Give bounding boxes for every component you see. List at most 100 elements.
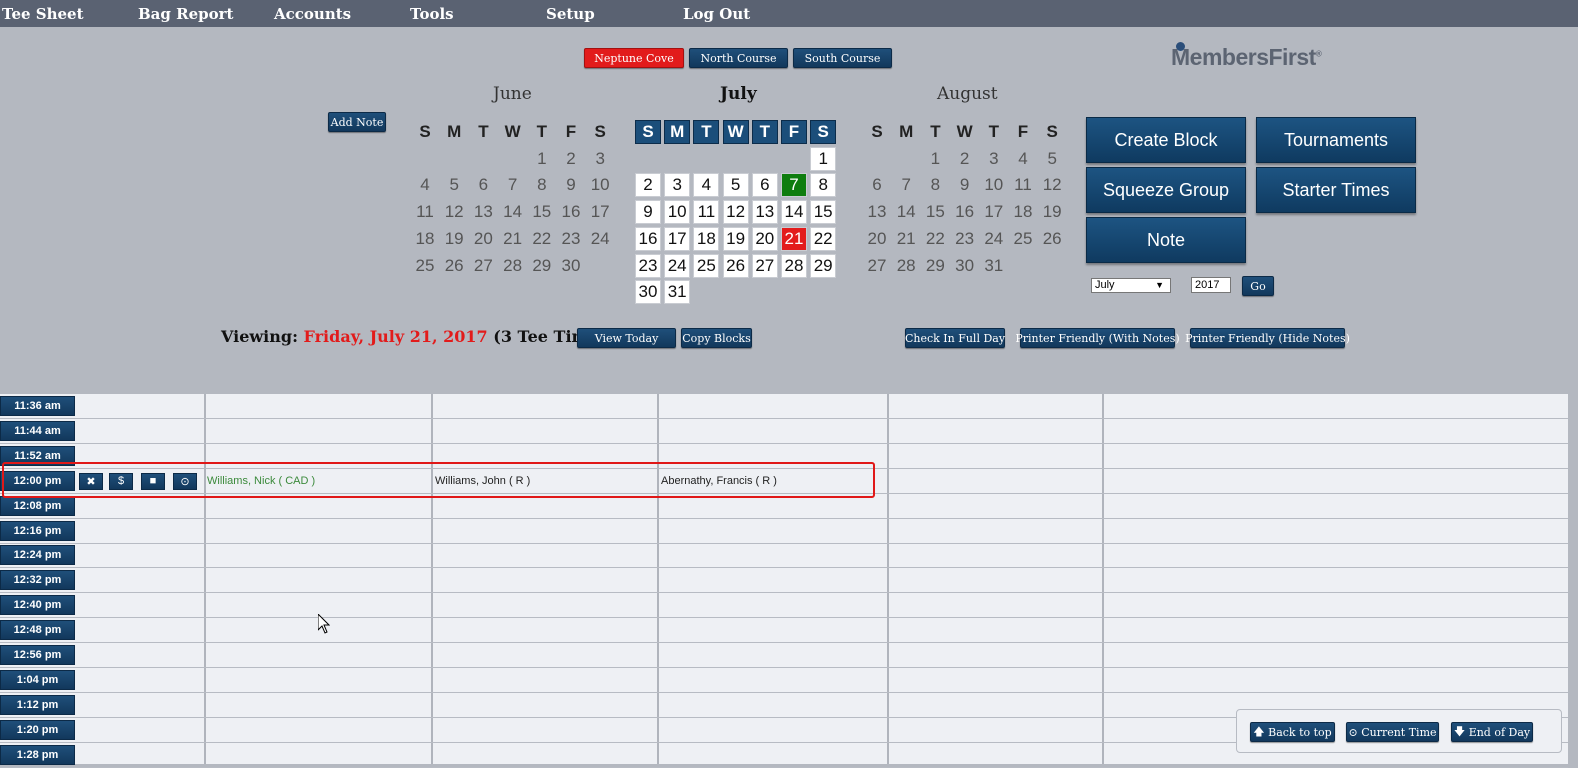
tee-time-button[interactable]: 12:00 pm — [0, 470, 75, 491]
calendar-day-july-1[interactable]: 1 — [810, 146, 837, 171]
calendar-day-august-20[interactable]: 20 — [864, 227, 890, 251]
calendar-day-june-14[interactable]: 14 — [500, 200, 526, 224]
view-today-button[interactable]: View Today — [577, 328, 676, 348]
calendar-day-august-22[interactable]: 22 — [922, 227, 948, 251]
calendar-day-july-16[interactable]: 16 — [635, 226, 661, 251]
printer-friendly-hide-notes-button[interactable]: Printer Friendly (Hide Notes) — [1185, 328, 1350, 348]
calendar-day-july-20[interactable]: 20 — [751, 226, 778, 251]
calendar-day-june-10[interactable]: 10 — [587, 173, 613, 197]
tee-time-button[interactable]: 11:52 am — [0, 445, 75, 466]
tee-time-button[interactable]: 12:32 pm — [0, 570, 75, 591]
player-name[interactable]: Williams, John ( R ) — [435, 475, 530, 487]
calendar-day-july-25[interactable]: 25 — [693, 253, 720, 278]
calendar-day-august-5[interactable]: 5 — [1039, 147, 1065, 171]
add-note-button[interactable]: Add Note — [328, 112, 386, 132]
calendar-day-june-27[interactable]: 27 — [470, 254, 496, 278]
month-select[interactable]: July ▼ — [1091, 278, 1171, 293]
calendar-day-july-10[interactable]: 10 — [664, 200, 691, 225]
calendar-day-august-6[interactable]: 6 — [864, 173, 890, 197]
calendar-day-august-15[interactable]: 15 — [922, 200, 948, 224]
nav-accounts[interactable]: Accounts — [274, 5, 351, 23]
calendar-day-july-3[interactable]: 3 — [664, 173, 691, 198]
calendar-day-june-25[interactable]: 25 — [412, 254, 438, 278]
calendar-day-july-23[interactable]: 23 — [635, 253, 661, 278]
course-north-button[interactable]: North Course — [689, 48, 788, 68]
calendar-day-august-30[interactable]: 30 — [952, 254, 978, 278]
calendar-day-june-17[interactable]: 17 — [587, 200, 613, 224]
calendar-day-august-27[interactable]: 27 — [864, 254, 890, 278]
calendar-day-june-26[interactable]: 26 — [441, 254, 467, 278]
tee-time-button[interactable]: 11:36 am — [0, 396, 75, 416]
calendar-day-august-19[interactable]: 19 — [1039, 200, 1065, 224]
calendar-day-august-11[interactable]: 11 — [1010, 173, 1036, 197]
nav-tee-sheet[interactable]: Tee Sheet — [2, 5, 84, 23]
tee-time-button[interactable]: 12:16 pm — [0, 520, 75, 541]
calendar-day-august-2[interactable]: 2 — [952, 147, 978, 171]
calendar-day-august-12[interactable]: 12 — [1039, 173, 1065, 197]
calendar-day-july-19[interactable]: 19 — [722, 226, 749, 251]
calendar-day-july-5[interactable]: 5 — [722, 173, 749, 198]
calendar-day-august-21[interactable]: 21 — [893, 227, 919, 251]
squeeze-group-button[interactable]: Squeeze Group — [1086, 167, 1246, 213]
calendar-day-august-26[interactable]: 26 — [1039, 227, 1065, 251]
end-of-day-button[interactable]: 🡇 End of Day — [1451, 722, 1533, 742]
calendar-day-july-4[interactable]: 4 — [693, 173, 720, 198]
copy-blocks-button[interactable]: Copy Blocks — [681, 328, 752, 348]
calendar-day-june-9[interactable]: 9 — [558, 173, 584, 197]
calendar-day-june-30[interactable]: 30 — [558, 254, 584, 278]
calendar-day-august-17[interactable]: 17 — [981, 200, 1007, 224]
calendar-day-august-25[interactable]: 25 — [1010, 227, 1036, 251]
tee-time-button[interactable]: 1:28 pm — [0, 744, 75, 765]
printer-friendly-with-notes-button[interactable]: Printer Friendly (With Notes) — [1015, 328, 1180, 348]
tee-time-button[interactable]: 1:04 pm — [0, 669, 75, 690]
create-block-button[interactable]: Create Block — [1086, 117, 1246, 163]
calendar-day-july-21[interactable]: 21 — [781, 226, 807, 251]
calendar-day-august-8[interactable]: 8 — [922, 173, 948, 197]
calendar-day-june-20[interactable]: 20 — [470, 227, 496, 251]
calendar-day-june-8[interactable]: 8 — [529, 173, 555, 197]
calendar-day-august-23[interactable]: 23 — [952, 227, 978, 251]
calendar-day-june-3[interactable]: 3 — [587, 147, 613, 171]
calendar-day-june-16[interactable]: 16 — [558, 200, 584, 224]
calendar-day-july-17[interactable]: 17 — [664, 226, 691, 251]
calendar-day-june-28[interactable]: 28 — [500, 254, 526, 278]
tee-time-button[interactable]: 1:12 pm — [0, 694, 75, 715]
calendar-day-july-31[interactable]: 31 — [664, 280, 691, 305]
calendar-day-august-31[interactable]: 31 — [981, 254, 1007, 278]
calendar-day-july-26[interactable]: 26 — [722, 253, 749, 278]
calendar-day-july-9[interactable]: 9 — [635, 200, 661, 225]
calendar-day-june-12[interactable]: 12 — [441, 200, 467, 224]
player-name[interactable]: Abernathy, Francis ( R ) — [661, 475, 777, 487]
calendar-day-june-4[interactable]: 4 — [412, 173, 438, 197]
calendar-day-august-7[interactable]: 7 — [893, 173, 919, 197]
go-button[interactable]: Go — [1242, 276, 1274, 296]
calendar-day-july-14[interactable]: 14 — [781, 200, 807, 225]
calendar-day-july-27[interactable]: 27 — [751, 253, 778, 278]
calendar-day-august-9[interactable]: 9 — [952, 173, 978, 197]
nav-log-out[interactable]: Log Out — [683, 5, 750, 23]
calendar-day-june-29[interactable]: 29 — [529, 254, 555, 278]
calendar-day-june-2[interactable]: 2 — [558, 147, 584, 171]
calendar-day-june-1[interactable]: 1 — [529, 147, 555, 171]
calendar-day-july-12[interactable]: 12 — [722, 200, 749, 225]
nav-setup[interactable]: Setup — [546, 5, 595, 23]
dollar-icon[interactable]: $ — [109, 472, 133, 490]
calendar-day-august-29[interactable]: 29 — [922, 254, 948, 278]
calendar-day-june-13[interactable]: 13 — [470, 200, 496, 224]
calendar-day-june-15[interactable]: 15 — [529, 200, 555, 224]
calendar-day-june-24[interactable]: 24 — [587, 227, 613, 251]
tee-time-button[interactable]: 11:44 am — [0, 420, 75, 441]
calendar-day-june-5[interactable]: 5 — [441, 173, 467, 197]
calendar-day-july-30[interactable]: 30 — [635, 280, 661, 305]
tee-time-button[interactable]: 12:08 pm — [0, 495, 75, 516]
calendar-day-august-13[interactable]: 13 — [864, 200, 890, 224]
tee-time-button[interactable]: 1:20 pm — [0, 719, 75, 740]
calendar-day-june-21[interactable]: 21 — [500, 227, 526, 251]
calendar-day-july-2[interactable]: 2 — [635, 173, 661, 198]
calendar-day-july-24[interactable]: 24 — [664, 253, 691, 278]
tee-time-button[interactable]: 12:40 pm — [0, 595, 75, 616]
calendar-day-july-7[interactable]: 7 — [781, 173, 807, 198]
nav-bag-report[interactable]: Bag Report — [138, 5, 233, 23]
calendar-day-august-24[interactable]: 24 — [981, 227, 1007, 251]
calendar-day-august-3[interactable]: 3 — [981, 147, 1007, 171]
